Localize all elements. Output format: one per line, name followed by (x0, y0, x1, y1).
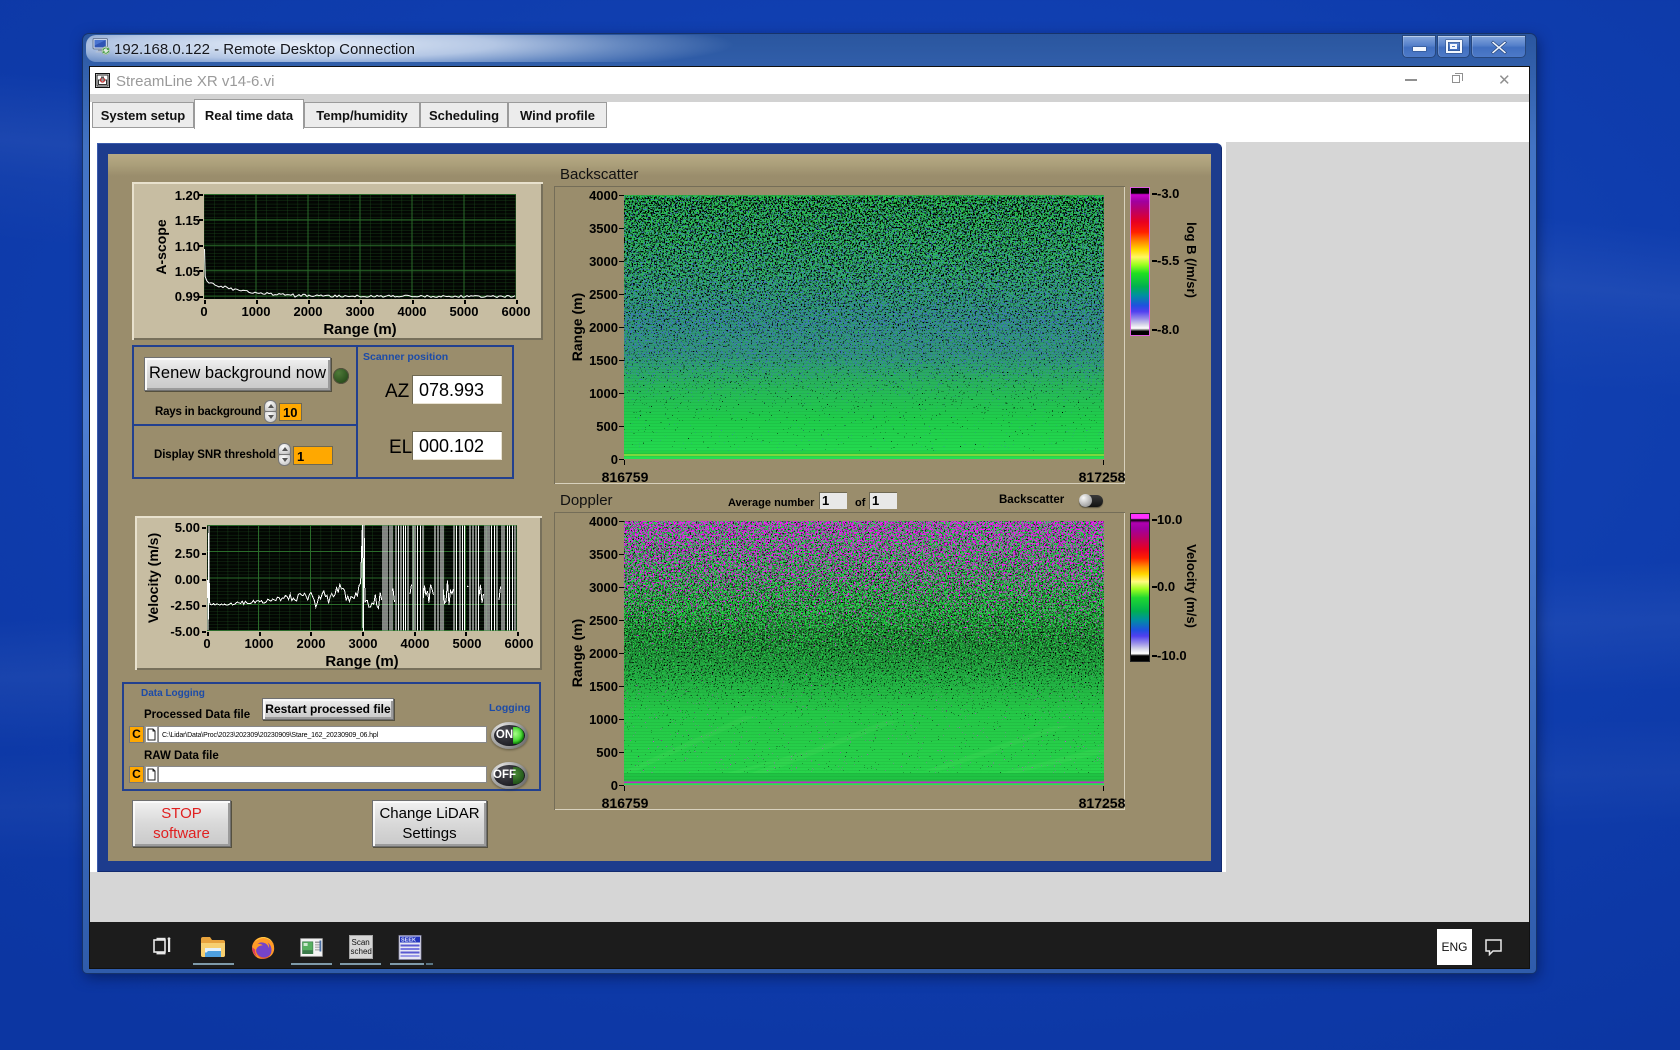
svg-text:Scan: Scan (352, 938, 370, 947)
svg-text:sched: sched (351, 947, 372, 956)
svg-text:SEEK: SEEK (401, 938, 416, 944)
